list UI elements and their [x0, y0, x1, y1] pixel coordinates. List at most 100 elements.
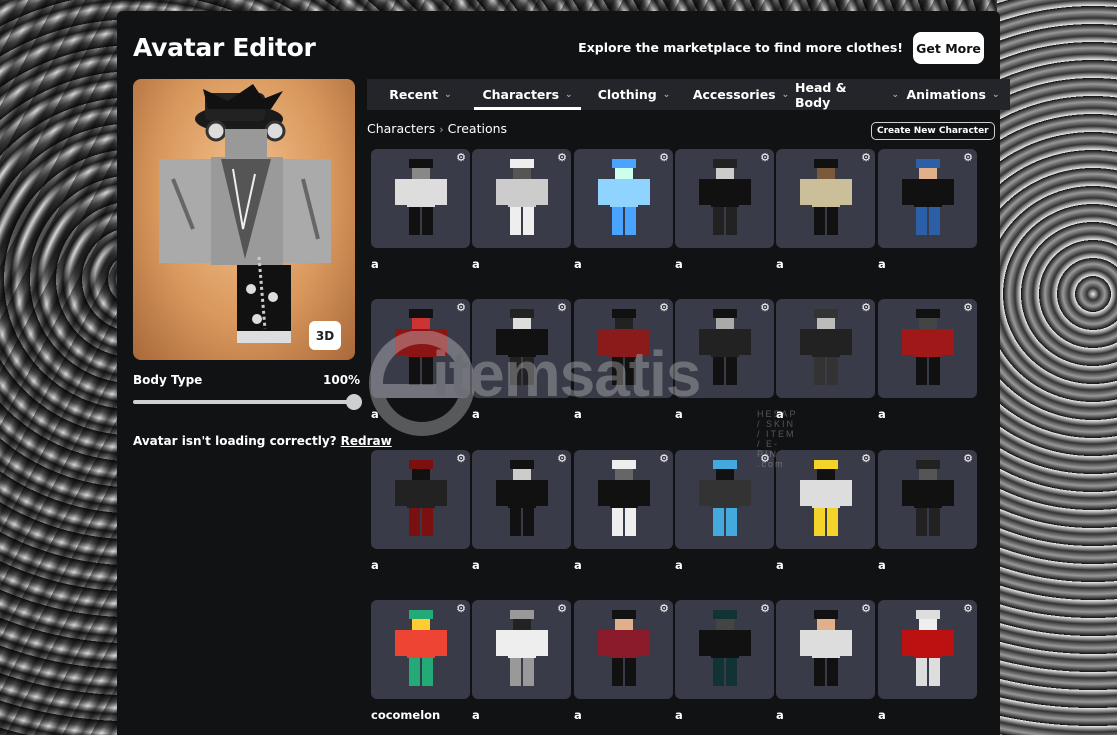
marketplace-prompt: Explore the marketplace to find more clo…	[578, 40, 903, 55]
tab-label: Recent	[389, 87, 439, 102]
page-title: Avatar Editor	[133, 33, 316, 62]
character-figure	[698, 609, 751, 686]
chevron-down-icon: ⌄	[444, 89, 452, 100]
settings-gear-icon[interactable]: ⚙	[557, 302, 567, 313]
character-figure	[901, 308, 954, 385]
character-figure	[597, 158, 650, 235]
character-thumbnail[interactable]: ⚙	[472, 600, 571, 699]
character-thumbnail[interactable]: ⚙	[776, 450, 875, 549]
character-figure	[901, 609, 954, 686]
character-thumbnail[interactable]: ⚙	[776, 600, 875, 699]
character-thumbnail[interactable]: ⚙	[878, 450, 977, 549]
tab-characters[interactable]: Characters ⌄	[474, 79, 581, 110]
character-thumbnail[interactable]: ⚙	[371, 450, 470, 549]
character-thumbnail[interactable]: ⚙	[472, 149, 571, 248]
character-name: a	[878, 407, 886, 421]
settings-gear-icon[interactable]: ⚙	[456, 152, 466, 163]
avatar-editor-panel: Avatar Editor Explore the marketplace to…	[117, 11, 1010, 735]
settings-gear-icon[interactable]: ⚙	[760, 603, 770, 614]
character-thumbnail[interactable]: ⚙	[878, 600, 977, 699]
character-figure	[901, 459, 954, 536]
character-thumbnail[interactable]: ⚙	[878, 299, 977, 398]
character-figure	[495, 158, 548, 235]
chevron-down-icon: ⌄	[781, 89, 790, 100]
settings-gear-icon[interactable]: ⚙	[760, 302, 770, 313]
tab-accessories[interactable]: Accessories ⌄	[687, 79, 795, 110]
breadcrumb-parent[interactable]: Characters	[367, 121, 435, 136]
settings-gear-icon[interactable]: ⚙	[963, 152, 973, 163]
character-thumbnail[interactable]: ⚙	[878, 149, 977, 248]
character-thumbnail[interactable]: ⚙	[776, 299, 875, 398]
settings-gear-icon[interactable]: ⚙	[659, 603, 669, 614]
settings-gear-icon[interactable]: ⚙	[963, 603, 973, 614]
settings-gear-icon[interactable]: ⚙	[659, 453, 669, 464]
character-name: a	[776, 708, 784, 722]
character-thumbnail[interactable]: ⚙	[574, 149, 673, 248]
character-figure	[901, 158, 954, 235]
character-thumbnail[interactable]: ⚙	[472, 299, 571, 398]
character-thumbnail[interactable]: ⚙	[371, 299, 470, 398]
character-figure	[597, 609, 650, 686]
character-thumbnail[interactable]: ⚙	[574, 450, 673, 549]
character-figure	[495, 609, 548, 686]
character-thumbnail[interactable]: ⚙	[776, 149, 875, 248]
character-figure	[394, 609, 447, 686]
settings-gear-icon[interactable]: ⚙	[861, 603, 871, 614]
breadcrumb-current: Creations	[447, 121, 508, 136]
category-tabs: Recent ⌄ Characters ⌄ Clothing ⌄ Accessorie…	[367, 79, 1010, 110]
settings-gear-icon[interactable]: ⚙	[963, 453, 973, 464]
body-type-slider-handle[interactable]	[346, 394, 362, 410]
character-thumbnail[interactable]: ⚙	[574, 299, 673, 398]
settings-gear-icon[interactable]: ⚙	[456, 302, 466, 313]
tab-head-body[interactable]: Head & Body ⌄	[795, 79, 899, 110]
character-figure	[394, 459, 447, 536]
settings-gear-icon[interactable]: ⚙	[861, 453, 871, 464]
character-name: a	[574, 257, 582, 271]
tab-label: Clothing	[597, 87, 657, 102]
tab-clothing[interactable]: Clothing ⌄	[581, 79, 687, 110]
character-thumbnail[interactable]: ⚙	[675, 299, 774, 398]
character-figure	[698, 158, 751, 235]
character-name: a	[675, 407, 683, 421]
body-type-slider[interactable]	[133, 400, 355, 404]
character-thumbnail[interactable]: ⚙	[371, 149, 470, 248]
settings-gear-icon[interactable]: ⚙	[557, 152, 567, 163]
body-type-label: Body Type	[133, 373, 203, 387]
character-name: a	[878, 257, 886, 271]
body-type-value: 100%	[323, 373, 361, 387]
settings-gear-icon[interactable]: ⚙	[861, 302, 871, 313]
settings-gear-icon[interactable]: ⚙	[760, 453, 770, 464]
avatar-preview[interactable]	[133, 79, 355, 360]
character-name: a	[574, 558, 582, 572]
character-thumbnail[interactable]: ⚙	[675, 450, 774, 549]
breadcrumb: Characters › Creations	[367, 121, 507, 136]
character-thumbnail[interactable]: ⚙	[675, 149, 774, 248]
character-name: a	[371, 257, 379, 271]
character-figure	[799, 308, 852, 385]
chevron-down-icon: ⌄	[565, 89, 573, 100]
character-thumbnail[interactable]: ⚙	[371, 600, 470, 699]
tab-recent[interactable]: Recent ⌄	[367, 79, 474, 110]
settings-gear-icon[interactable]: ⚙	[456, 603, 466, 614]
settings-gear-icon[interactable]: ⚙	[760, 152, 770, 163]
view-3d-button[interactable]: 3D	[309, 321, 341, 350]
settings-gear-icon[interactable]: ⚙	[456, 453, 466, 464]
settings-gear-icon[interactable]: ⚙	[557, 603, 567, 614]
settings-gear-icon[interactable]: ⚙	[659, 302, 669, 313]
get-more-button[interactable]: Get More	[913, 32, 984, 64]
redraw-link[interactable]: Redraw	[341, 434, 392, 448]
tab-animations[interactable]: Animations ⌄	[899, 79, 1007, 110]
character-thumbnail[interactable]: ⚙	[574, 600, 673, 699]
settings-gear-icon[interactable]: ⚙	[963, 302, 973, 313]
marble-right-strip	[997, 0, 1117, 735]
character-figure	[394, 158, 447, 235]
settings-gear-icon[interactable]: ⚙	[659, 152, 669, 163]
loading-help: Avatar isn't loading correctly? Redraw	[133, 434, 392, 448]
create-new-character-button[interactable]: Create New Character	[871, 122, 995, 140]
chevron-right-icon: ›	[439, 123, 444, 136]
character-thumbnail[interactable]: ⚙	[472, 450, 571, 549]
settings-gear-icon[interactable]: ⚙	[557, 453, 567, 464]
settings-gear-icon[interactable]: ⚙	[861, 152, 871, 163]
character-thumbnail[interactable]: ⚙	[675, 600, 774, 699]
tab-label: Animations	[906, 87, 986, 102]
